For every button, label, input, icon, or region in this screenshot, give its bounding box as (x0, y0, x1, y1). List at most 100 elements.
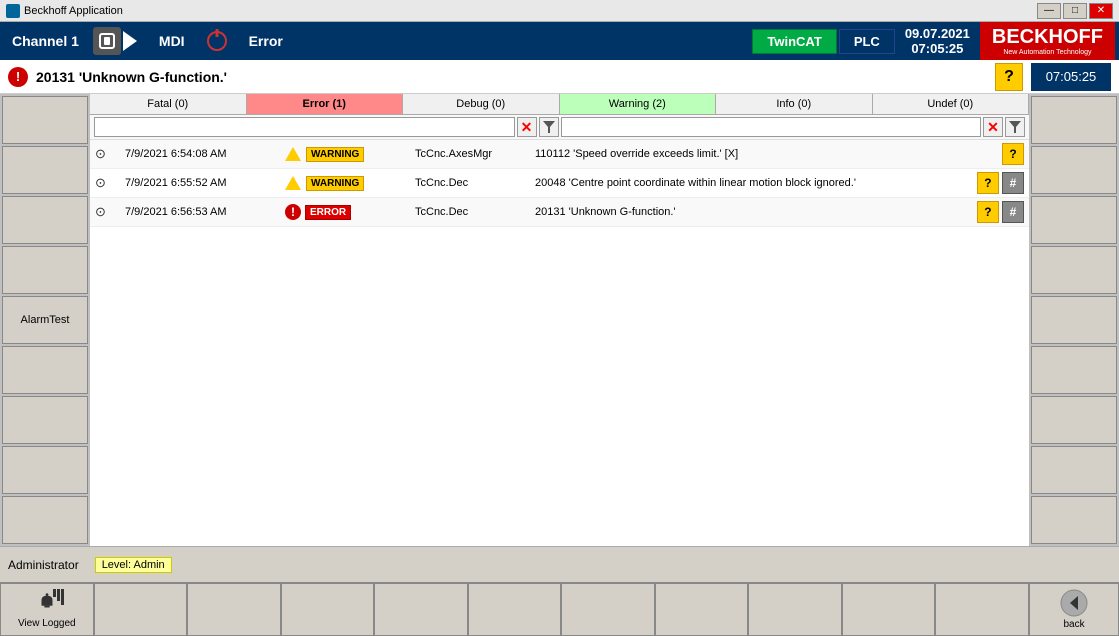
log-row-2: ⊙ 7/9/2021 6:56:53 AM ! ERROR TcCnc.Dec … (90, 198, 1029, 227)
alert-help-button[interactable]: ? (995, 63, 1023, 91)
expand-button[interactable]: ⊙ (95, 204, 106, 220)
back-label: back (1063, 619, 1084, 630)
content-area: Fatal (0) Error (1) Debug (0) Warning (2… (90, 94, 1029, 546)
left-btn-4[interactable] (2, 246, 88, 294)
status-bar: Administrator Level: Admin (0, 546, 1119, 582)
alarm-test-button[interactable]: AlarmTest (2, 296, 88, 344)
expand-button[interactable]: ⊙ (95, 146, 106, 162)
bottom-btn-3[interactable] (187, 583, 281, 636)
date-time-block: 09.07.2021 07:05:25 (897, 26, 978, 56)
tab-undef[interactable]: Undef (0) (873, 94, 1030, 114)
row-hash-button[interactable]: # (1002, 172, 1024, 194)
brand-subtitle: New Automation Technology (1003, 49, 1091, 56)
bottom-btn-6[interactable] (468, 583, 562, 636)
alert-time: 07:05:25 (1046, 69, 1097, 84)
left-btn-6[interactable] (2, 346, 88, 394)
log-timestamp: 7/9/2021 6:56:53 AM (125, 206, 227, 218)
row-help-button[interactable]: ? (977, 201, 999, 223)
right-btn-7[interactable] (1031, 396, 1117, 444)
log-source: TcCnc.Dec (415, 177, 468, 189)
bottom-btn-10[interactable] (842, 583, 936, 636)
warning-badge: WARNING (306, 176, 364, 191)
channel-block: Channel 1 (4, 31, 87, 51)
row-help-button[interactable]: ? (977, 172, 999, 194)
error-badge: ERROR (305, 205, 351, 220)
left-btn-3[interactable] (2, 196, 88, 244)
channel-icon (93, 27, 121, 55)
right-btn-1[interactable] (1031, 96, 1117, 144)
bottom-btn-5[interactable] (374, 583, 468, 636)
filter-funnel-left[interactable] (539, 117, 559, 137)
filter-clear-left[interactable]: ✕ (517, 117, 537, 137)
filter-clear-right[interactable]: ✕ (983, 117, 1003, 137)
row-hash-button[interactable]: # (1002, 201, 1024, 223)
left-btn-8[interactable] (2, 446, 88, 494)
right-btn-5[interactable] (1031, 296, 1117, 344)
bottom-btn-2[interactable] (94, 583, 188, 636)
close-button[interactable]: ✕ (1089, 3, 1113, 19)
right-btn-4[interactable] (1031, 246, 1117, 294)
left-btn-2[interactable] (2, 146, 88, 194)
log-source: TcCnc.AxesMgr (415, 148, 492, 160)
power-icon (207, 31, 227, 51)
channel-arrow-icon (123, 31, 137, 51)
bottom-btn-view-logged[interactable]: View Logged (0, 583, 94, 636)
view-logged-label: View Logged (18, 618, 76, 629)
plc-button[interactable]: PLC (839, 29, 895, 54)
twincat-button[interactable]: TwinCAT (752, 29, 836, 54)
maximize-button[interactable]: □ (1063, 3, 1087, 19)
tab-warning[interactable]: Warning (2) (560, 94, 717, 114)
log-message: 20048 'Centre point coordinate within li… (535, 177, 856, 189)
log-message: 110112 'Speed override exceeds limit.' [… (535, 148, 738, 160)
left-btn-9[interactable] (2, 496, 88, 544)
alert-row: ! 20131 'Unknown G-function.' ? 07:05:25 (0, 60, 1119, 94)
bottom-btn-8[interactable] (655, 583, 749, 636)
log-source: TcCnc.Dec (415, 206, 468, 218)
error-label: Error (249, 33, 283, 49)
tab-info[interactable]: Info (0) (716, 94, 873, 114)
source-cell: TcCnc.Dec (410, 169, 530, 198)
left-btn-1[interactable] (2, 96, 88, 144)
timestamp-cell: 7/9/2021 6:56:53 AM (120, 198, 280, 227)
tab-debug[interactable]: Debug (0) (403, 94, 560, 114)
message-cell: 20131 'Unknown G-function.' (530, 198, 969, 227)
source-cell: TcCnc.AxesMgr (410, 140, 530, 169)
level-cell: ! ERROR (280, 198, 410, 227)
app-title: Beckhoff Application (24, 5, 123, 17)
main-area: AlarmTest Fatal (0) Error (1) Debug (0) … (0, 94, 1119, 546)
power-divider (203, 22, 231, 60)
bottom-btn-7[interactable] (561, 583, 655, 636)
message-cell: 20048 'Centre point coordinate within li… (530, 169, 969, 198)
bell-bars (53, 589, 64, 605)
funnel-icon-right (1009, 121, 1021, 133)
timestamp-cell: 7/9/2021 6:54:08 AM (120, 140, 280, 169)
row-help-button[interactable]: ? (1002, 143, 1024, 165)
bottom-toolbar: View Logged back (0, 582, 1119, 636)
bottom-btn-11[interactable] (935, 583, 1029, 636)
log-row-0: ⊙ 7/9/2021 6:54:08 AM WARNING TcCnc.Axes… (90, 140, 1029, 169)
mode-label: MDI (159, 33, 185, 49)
back-button[interactable]: back (1029, 583, 1119, 636)
right-btn-3[interactable] (1031, 196, 1117, 244)
alert-message: 20131 'Unknown G-function.' (36, 69, 987, 85)
filter-input-right[interactable] (561, 117, 982, 137)
tab-fatal[interactable]: Fatal (0) (90, 94, 247, 114)
right-btn-6[interactable] (1031, 346, 1117, 394)
bottom-btn-4[interactable] (281, 583, 375, 636)
right-btn-2[interactable] (1031, 146, 1117, 194)
log-message: 20131 'Unknown G-function.' (535, 206, 676, 218)
minimize-button[interactable]: — (1037, 3, 1061, 19)
right-btn-8[interactable] (1031, 446, 1117, 494)
action-cell: ? # (969, 169, 1029, 198)
message-cell: 110112 'Speed override exceeds limit.' [… (530, 140, 969, 169)
bottom-btn-9[interactable] (748, 583, 842, 636)
filter-funnel-right[interactable] (1005, 117, 1025, 137)
time-display-small: 07:05:25 (1031, 63, 1111, 91)
filter-input-left[interactable] (94, 117, 515, 137)
right-btn-9[interactable] (1031, 496, 1117, 544)
left-btn-7[interactable] (2, 396, 88, 444)
date-display: 09.07.2021 (905, 26, 970, 41)
tab-error[interactable]: Error (1) (247, 94, 404, 114)
brand-name: BECKHOFF (992, 26, 1103, 49)
expand-button[interactable]: ⊙ (95, 175, 106, 191)
